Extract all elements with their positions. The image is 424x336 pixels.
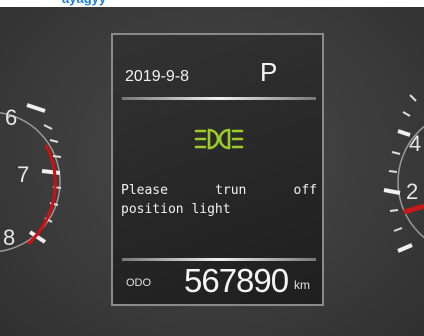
right-gauge-tick	[389, 209, 399, 212]
header-fragment: ayagyy	[62, 0, 106, 6]
right-gauge-tick	[391, 151, 401, 155]
odo-label: ODO	[126, 277, 152, 289]
top-strip: ayagyy	[0, 0, 424, 7]
odo-value: 567890	[184, 262, 289, 299]
right-gauge-label-2: 2	[406, 179, 419, 204]
divider-bottom	[122, 258, 316, 261]
right-gauge-needle	[403, 203, 424, 215]
position-light-icon	[194, 126, 244, 157]
odo-unit: km	[294, 278, 310, 292]
warning-message: Please trun off position light	[121, 181, 321, 219]
instrument-cluster: 6 7 8 4 2 2019-9-8 P Please trun off pos…	[0, 7, 424, 336]
right-gauge-label-4: 4	[409, 131, 422, 156]
gear-indicator: P	[260, 57, 278, 87]
right-gauge-tick	[393, 227, 403, 232]
warning-word: off	[293, 183, 317, 198]
info-display-inner: 2019-9-8 P Please trun off position ligh…	[118, 40, 317, 299]
warning-line-1: Please trun off	[121, 181, 317, 200]
info-display-panel: 2019-9-8 P Please trun off position ligh…	[111, 33, 324, 306]
warning-word: trun	[215, 183, 247, 198]
right-gauge-tick	[402, 111, 411, 117]
warning-line-2: position light	[121, 202, 231, 217]
right-gauge-tick	[388, 170, 398, 173]
right-gauge-tick	[409, 94, 417, 102]
date-display: 2019-9-8	[125, 68, 190, 85]
divider-top	[122, 97, 316, 100]
right-gauge-tick	[383, 188, 401, 195]
right-gauge-tick	[397, 243, 413, 253]
warning-word: Please	[121, 183, 168, 198]
